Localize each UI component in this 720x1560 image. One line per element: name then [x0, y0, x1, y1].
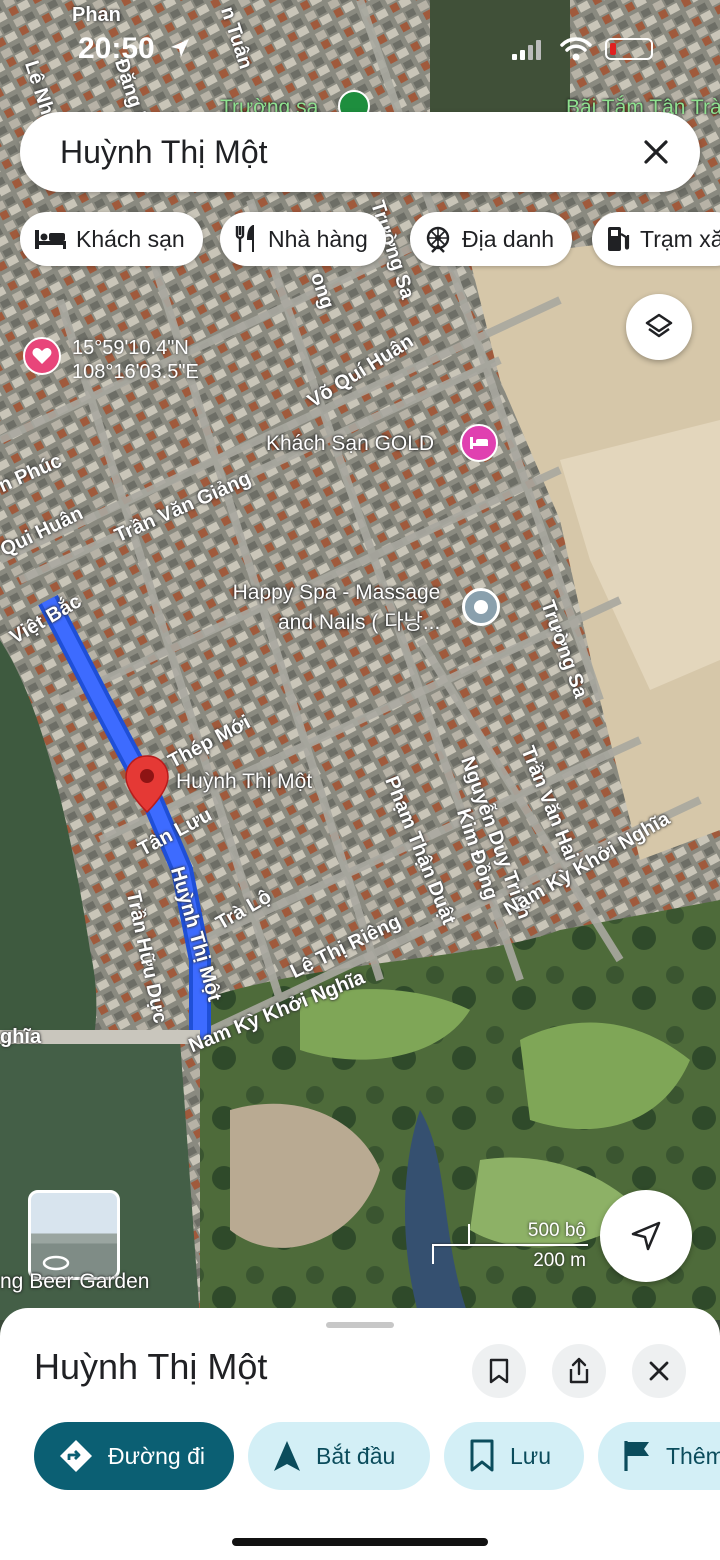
- clock: 20:50: [78, 32, 155, 65]
- chip-landmarks[interactable]: Địa danh: [410, 212, 573, 266]
- drag-handle[interactable]: [326, 1322, 394, 1328]
- scale-bar: 500 bộ 200 m: [430, 1220, 590, 1275]
- home-indicator[interactable]: [232, 1538, 488, 1546]
- spa-marker-icon[interactable]: [462, 588, 500, 626]
- directions-button[interactable]: Đường đi: [34, 1422, 234, 1490]
- search-query[interactable]: Huỳnh Thị Một: [60, 134, 268, 171]
- bookmark-icon: [470, 1439, 494, 1472]
- beer-garden-label[interactable]: ng Beer Garden: [0, 1270, 149, 1294]
- action-label: Thêm: [666, 1442, 720, 1469]
- battery-icon: [605, 38, 653, 60]
- chip-label: Trạm xă: [640, 225, 720, 252]
- signal-icon: [512, 40, 541, 60]
- save-button[interactable]: Lưu: [444, 1422, 584, 1490]
- scale-metric: 200 m: [533, 1250, 586, 1271]
- layers-button[interactable]: [626, 294, 692, 360]
- spa-label[interactable]: Happy Spa - Massage and Nails ( 다낭...: [220, 578, 441, 638]
- bookmark-icon: [489, 1358, 509, 1384]
- layers-icon: [645, 313, 673, 338]
- spa-label-line1: Happy Spa - Massage: [232, 581, 441, 604]
- chip-hotels[interactable]: Khách sạn: [20, 212, 203, 266]
- hotel-label[interactable]: Khách Sạn GOLD: [266, 432, 434, 456]
- road-label: Phan: [72, 4, 121, 26]
- chip-gas-stations[interactable]: Trạm xă: [592, 212, 720, 266]
- scale-imperial: 500 bộ: [527, 1220, 586, 1241]
- place-bottom-sheet[interactable]: Huỳnh Thị Một Đường đi Bắt đầu Lưu Thêm: [0, 1308, 720, 1560]
- road-label: ghĩa: [0, 1026, 42, 1048]
- favorite-heart-icon[interactable]: [22, 336, 62, 376]
- close-icon: [649, 1361, 669, 1381]
- location-pin-icon[interactable]: [124, 754, 170, 814]
- pin-label[interactable]: Huỳnh Thị Một: [176, 770, 312, 794]
- navigation-arrow-icon: [631, 1221, 661, 1251]
- chip-label: Khách sạn: [76, 225, 185, 252]
- share-button[interactable]: [552, 1344, 606, 1398]
- chip-label: Địa danh: [462, 225, 555, 252]
- action-label: Bắt đầu: [316, 1442, 396, 1469]
- start-button[interactable]: Bắt đầu: [248, 1422, 430, 1490]
- latitude: 15°59'10.4"N: [72, 337, 189, 359]
- chip-restaurants[interactable]: Nhà hàng: [220, 212, 386, 266]
- navigation-arrow-icon: [274, 1441, 300, 1471]
- gas-station-icon: [608, 227, 630, 251]
- hotel-marker-icon[interactable]: [460, 424, 498, 462]
- map-imagery: [0, 0, 720, 1320]
- street-view-thumbnail[interactable]: [28, 1190, 120, 1280]
- satellite-map[interactable]: Lê Như Hổ Phan Đặng Hải n Tuân Trường Sa…: [0, 0, 720, 1320]
- longitude: 108°16'03.5"E: [72, 361, 199, 383]
- directions-icon: [60, 1440, 92, 1472]
- landmark-icon: [426, 226, 450, 253]
- location-arrow-icon: [171, 39, 189, 57]
- save-icon-button[interactable]: [472, 1344, 526, 1398]
- restaurant-icon: [235, 225, 254, 252]
- chip-label: Nhà hàng: [268, 225, 368, 252]
- close-sheet-button[interactable]: [632, 1344, 686, 1398]
- place-title: Huỳnh Thị Một: [34, 1346, 268, 1387]
- search-box[interactable]: Huỳnh Thị Một: [20, 112, 700, 192]
- close-icon[interactable]: [638, 134, 674, 170]
- spa-label-line2: and Nails ( 다낭...: [278, 611, 441, 634]
- flag-icon: [624, 1441, 649, 1471]
- action-label: Đường đi: [108, 1442, 205, 1469]
- share-icon: [569, 1357, 589, 1384]
- more-button[interactable]: Thêm: [598, 1422, 720, 1490]
- wifi-icon: [560, 37, 592, 61]
- coordinates-label[interactable]: 15°59'10.4"N 108°16'03.5"E: [72, 336, 199, 384]
- status-bar: 20:50: [0, 28, 720, 72]
- action-label: Lưu: [510, 1442, 551, 1469]
- bed-icon: [35, 230, 66, 249]
- my-location-button[interactable]: [600, 1190, 692, 1282]
